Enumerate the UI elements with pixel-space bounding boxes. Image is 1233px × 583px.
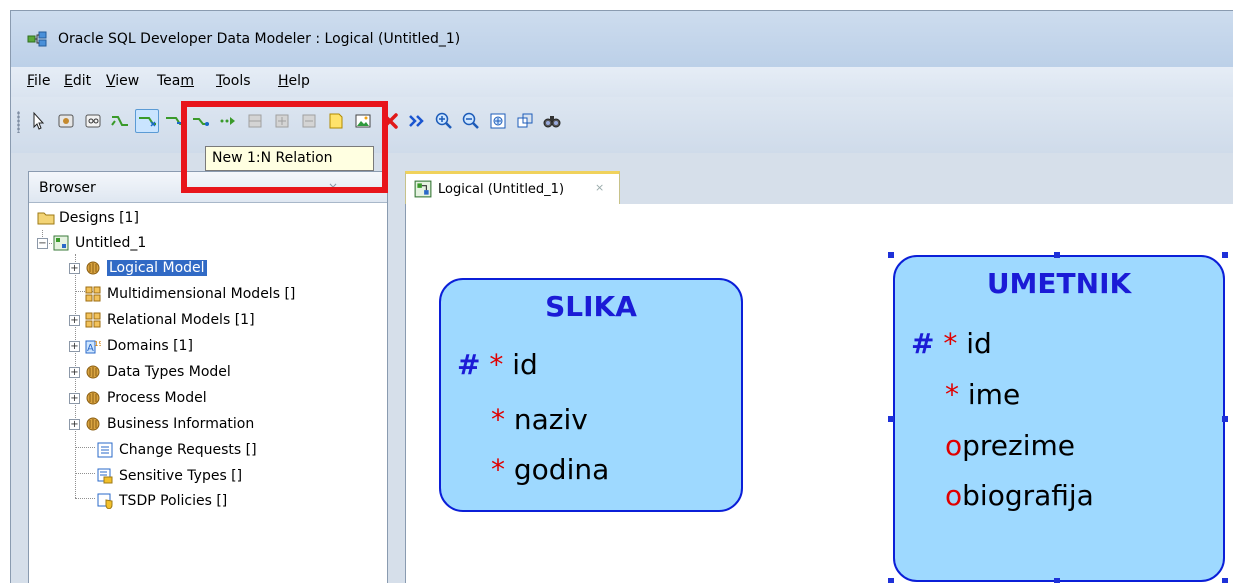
multidimensional-models-icon bbox=[85, 286, 101, 302]
menu-edit[interactable]: Edit bbox=[64, 73, 91, 89]
business-information-icon bbox=[85, 416, 101, 432]
tree-item-label: Data Types Model bbox=[107, 364, 231, 380]
tree-item-domains[interactable]: + A 19 Domains [1] bbox=[69, 334, 193, 358]
svg-text:19: 19 bbox=[94, 340, 101, 348]
logical-diagram-icon bbox=[414, 180, 432, 198]
tab-label: Logical (Untitled_1) bbox=[438, 182, 565, 197]
tree-item-label: TSDP Policies [] bbox=[119, 493, 228, 509]
collapse-toggle[interactable]: − bbox=[37, 237, 48, 249]
attribute-row[interactable]: * naziv bbox=[491, 403, 588, 436]
menu-bar: File Edit View Team Tools Help bbox=[11, 67, 1233, 97]
tree-item-untitled-1[interactable]: − Untitled_1 bbox=[37, 231, 146, 255]
sensitive-types-icon bbox=[97, 468, 113, 484]
tree-item-change-requests[interactable]: Change Requests [] bbox=[97, 438, 257, 462]
title-bar: Oracle SQL Developer Data Modeler : Logi… bbox=[11, 11, 1233, 67]
tree-item-label: Relational Models [1] bbox=[107, 312, 255, 328]
entity-umetnik[interactable]: UMETNIK # * id * ime oprezime obiografij… bbox=[893, 255, 1225, 582]
new-1n-relation-icon[interactable] bbox=[135, 109, 159, 133]
new-entity-icon[interactable] bbox=[54, 109, 78, 133]
attribute-row[interactable]: oprezime bbox=[945, 429, 1075, 462]
tab-close-button[interactable]: × bbox=[595, 181, 604, 194]
new-view-icon[interactable] bbox=[81, 109, 105, 133]
tree-item-label: Designs [1] bbox=[59, 210, 139, 226]
menu-tools[interactable]: Tools bbox=[216, 73, 251, 89]
browser-title: Browser bbox=[39, 180, 96, 196]
resize-handle[interactable] bbox=[1054, 578, 1060, 583]
attribute-row[interactable]: # * id bbox=[457, 348, 538, 381]
browser-panel: Browser × Designs [1] − Untitled_1 + Log… bbox=[28, 171, 388, 583]
new-mn-relation-icon[interactable] bbox=[108, 109, 132, 133]
resize-handle[interactable] bbox=[1054, 252, 1060, 258]
tree-item-label: Business Information bbox=[107, 416, 255, 432]
menu-help[interactable]: Help bbox=[278, 73, 310, 89]
tree-item-label: Untitled_1 bbox=[75, 235, 147, 251]
tree-item-sensitive-types[interactable]: Sensitive Types [] bbox=[97, 464, 242, 488]
resize-handle[interactable] bbox=[888, 416, 894, 422]
tree-item-label: Logical Model bbox=[107, 260, 207, 276]
tree-item-relational-models[interactable]: + Relational Models [1] bbox=[69, 308, 255, 332]
resize-handle[interactable] bbox=[1222, 252, 1228, 258]
attribute-row[interactable]: obiografija bbox=[945, 479, 1094, 512]
diagram-canvas[interactable]: SLIKA # * id * naziv * godina UMETNIK # … bbox=[405, 204, 1233, 583]
tree-item-tsdp-policies[interactable]: TSDP Policies [] bbox=[97, 489, 227, 513]
engineer-icon[interactable] bbox=[405, 109, 429, 133]
resize-handle[interactable] bbox=[888, 252, 894, 258]
app-window: Oracle SQL Developer Data Modeler : Logi… bbox=[10, 10, 1233, 583]
tree-item-process-model[interactable]: + Process Model bbox=[69, 386, 207, 410]
design-icon bbox=[53, 235, 69, 251]
zoom-out-icon[interactable] bbox=[459, 109, 483, 133]
expand-toggle[interactable]: + bbox=[69, 418, 80, 430]
domains-icon: A 19 bbox=[85, 338, 103, 354]
expand-toggle[interactable]: + bbox=[69, 262, 80, 274]
data-types-model-icon bbox=[85, 364, 101, 380]
relational-models-icon bbox=[85, 312, 101, 328]
entity-slika[interactable]: SLIKA # * id * naziv * godina bbox=[439, 278, 743, 512]
tree-item-logical-model[interactable]: + Logical Model bbox=[69, 256, 207, 280]
toolbar-grip[interactable] bbox=[17, 111, 20, 133]
attribute-row[interactable]: * ime bbox=[945, 378, 1020, 411]
menu-file[interactable]: File bbox=[27, 73, 50, 89]
expand-toggle[interactable]: + bbox=[69, 392, 80, 404]
window-title: Oracle SQL Developer Data Modeler : Logi… bbox=[58, 31, 461, 47]
fit-screen-icon[interactable] bbox=[486, 109, 510, 133]
process-model-icon bbox=[85, 390, 101, 406]
zoom-in-icon[interactable] bbox=[432, 109, 456, 133]
attribute-row[interactable]: # * id bbox=[911, 327, 992, 360]
expand-toggle[interactable]: + bbox=[69, 314, 80, 326]
tree-item-business-information[interactable]: + Business Information bbox=[69, 412, 254, 436]
tree-item-label: Process Model bbox=[107, 390, 207, 406]
select-icon[interactable] bbox=[27, 109, 51, 133]
app-logo-icon bbox=[27, 31, 47, 47]
resize-handle[interactable] bbox=[1222, 578, 1228, 583]
change-requests-icon bbox=[97, 442, 113, 458]
find-icon[interactable] bbox=[540, 109, 564, 133]
expand-toggle[interactable]: + bbox=[69, 340, 80, 352]
menu-view[interactable]: View bbox=[106, 73, 139, 89]
editor-area: Logical (Untitled_1) × SLIKA # * id * na… bbox=[394, 171, 1233, 583]
tree-item-multidimensional-models[interactable]: Multidimensional Models [] bbox=[85, 282, 295, 306]
resize-handle[interactable] bbox=[1222, 416, 1228, 422]
tree-item-data-types-model[interactable]: + Data Types Model bbox=[69, 360, 231, 384]
tooltip: New 1:N Relation bbox=[205, 146, 374, 171]
resize-handle[interactable] bbox=[888, 578, 894, 583]
tree-item-label: Sensitive Types [] bbox=[119, 468, 243, 484]
logical-model-icon bbox=[85, 260, 101, 276]
tsdp-policies-icon bbox=[97, 493, 113, 510]
attribute-row[interactable]: * godina bbox=[491, 453, 609, 486]
entity-title: UMETNIK bbox=[986, 267, 1132, 300]
default-size-icon[interactable] bbox=[513, 109, 537, 133]
tree-item-designs[interactable]: Designs [1] bbox=[37, 206, 139, 230]
folder-icon bbox=[37, 210, 55, 226]
expand-toggle[interactable]: + bbox=[69, 366, 80, 378]
menu-team[interactable]: Team bbox=[157, 73, 194, 89]
tree-item-label: Change Requests [] bbox=[119, 442, 257, 458]
tree-item-label: Multidimensional Models [] bbox=[107, 286, 296, 302]
tree-item-label: Domains [1] bbox=[107, 338, 193, 354]
entity-title: SLIKA bbox=[545, 290, 637, 323]
svg-text:A: A bbox=[87, 343, 94, 354]
tab-logical[interactable]: Logical (Untitled_1) × bbox=[405, 171, 620, 204]
